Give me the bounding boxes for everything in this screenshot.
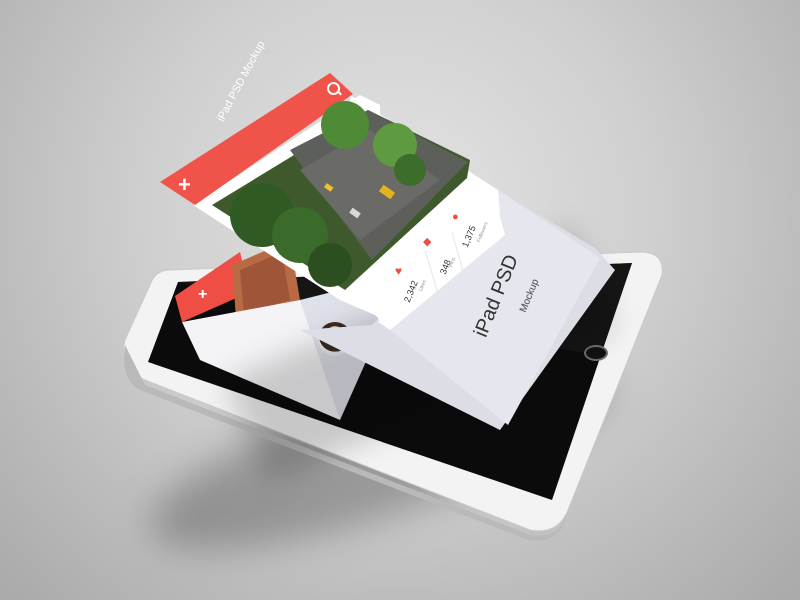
search-icon[interactable] <box>327 82 340 95</box>
pin-icon: ◆ <box>423 236 432 248</box>
stat-pins[interactable]: ◆ <box>423 232 431 250</box>
stat-followers[interactable]: ● <box>452 207 459 225</box>
plus-icon[interactable]: + <box>178 174 191 196</box>
user-icon: ● <box>452 211 459 223</box>
heart-icon: ♥ <box>395 264 403 278</box>
stat-likes[interactable]: ♥ <box>395 262 402 280</box>
floating-card <box>160 73 615 430</box>
